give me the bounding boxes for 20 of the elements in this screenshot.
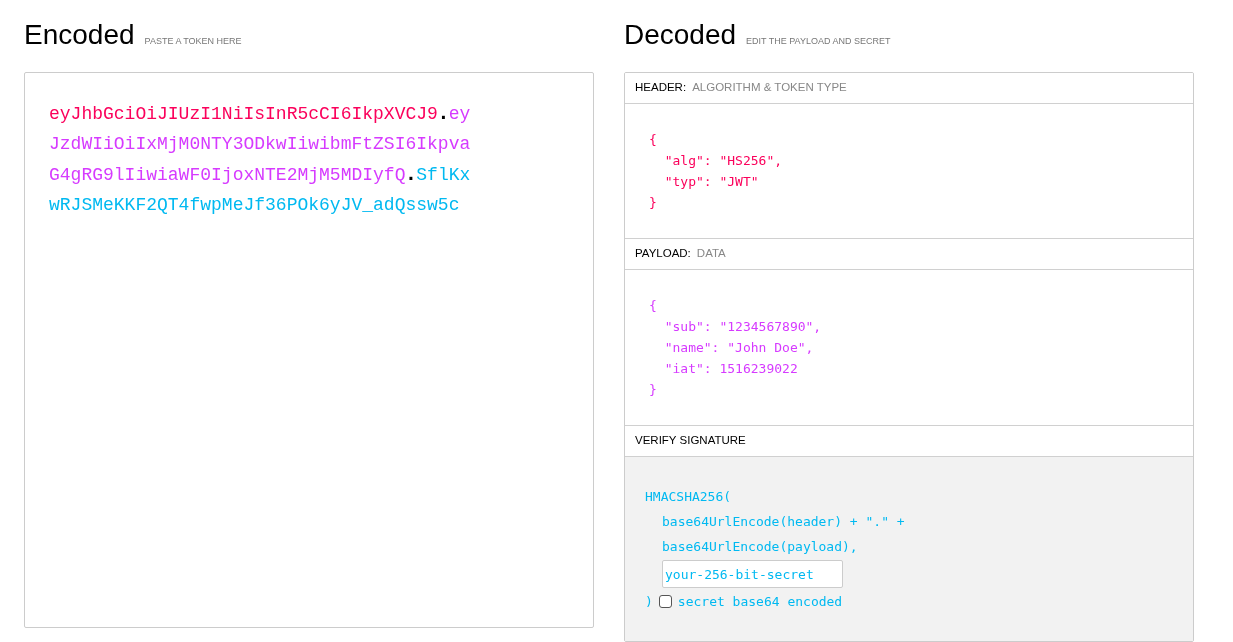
checkbox[interactable] [658, 595, 672, 608]
section-label: PAYLOAD: [635, 246, 691, 262]
section-sublabel: DATA [696, 246, 726, 262]
section-subtitle: PASTE A TOKEN HERE [144, 35, 242, 48]
token-editor[interactable]: eyJhbGciOiJIUzI1NiIsInR5cCI6IkpXVCJ9.eyJzdWIiOiIxMjM0NTY3ODkwIiwibmFtZSI6IkpvaG4gRG9lIiwiaWF0IjoxNTE2MjM5MDIyfQ.SflKxwRJSMeKKF2QT4fwpMeJf36POk6yJV_adQssw5c [24, 72, 594, 628]
json-code[interactable]: { "alg": "HS256", "typ": "JWT" } [649, 129, 1169, 213]
section-title: Encoded [24, 18, 135, 52]
token-text: eyJhbGciOiJIUzI1NiIsInR5cCI6IkpXVCJ9.eyJzdWIiOiIxMjM0NTY3ODkwIiwibmFtZSI6IkpvaG4gRG9lIiwiaWF0IjoxNTE2MjM5MDIyfQ.SflKxwRJSMeKKF2QT4fwpMeJf36POk6yJV_adQssw5c [49, 101, 472, 217]
code-line: HMACSHA256( [645, 489, 732, 504]
section-subtitle: EDIT THE PAYLOAD AND SECRET [746, 35, 891, 48]
code-line: base64UrlEncode(payload), [662, 539, 858, 554]
secret-field[interactable]: your-256-bit-secret [662, 560, 843, 588]
section-title: Decoded [624, 18, 737, 52]
section-label: HEADER: [635, 80, 687, 96]
code-line: ) [645, 593, 653, 611]
code-line: base64UrlEncode(header) + "." + [662, 514, 905, 529]
section-sublabel: ALGORITHM & TOKEN TYPE [692, 80, 847, 96]
checkbox-label: secret base64 encoded [677, 593, 843, 611]
section-label: VERIFY SIGNATURE [635, 433, 746, 449]
json-code[interactable]: { "sub": "1234567890", "name": "John Doe", "iat": 1516239022 } [649, 295, 1169, 400]
